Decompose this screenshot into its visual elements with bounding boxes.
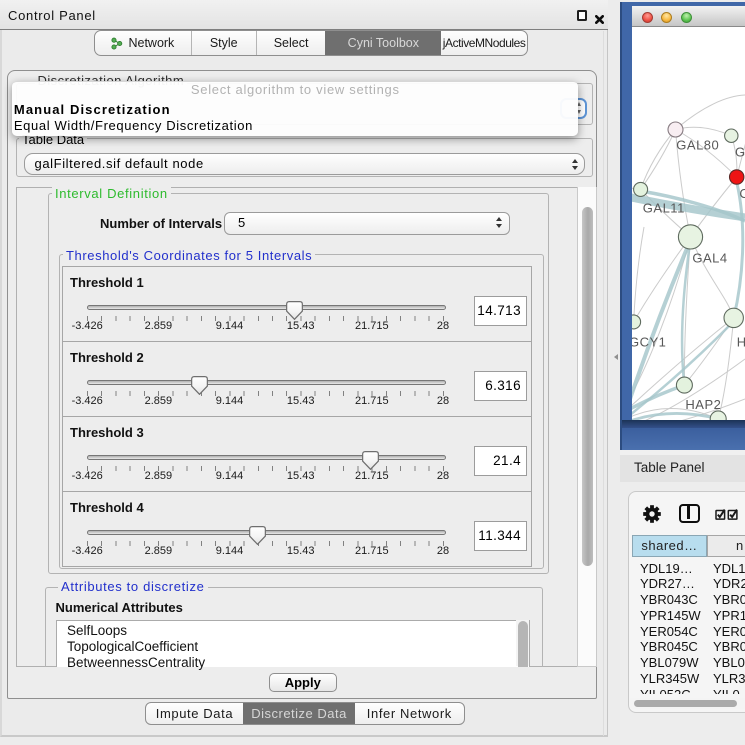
svg-text:GCY1: GCY1 <box>632 334 666 349</box>
svg-text:GAL4: GAL4 <box>692 250 727 265</box>
svg-text:HAP2: HAP2 <box>685 397 721 412</box>
svg-text:GAL11: GAL11 <box>643 201 685 216</box>
svg-text:CD: CD <box>739 186 745 201</box>
svg-text:GAL3: GAL3 <box>735 144 745 159</box>
svg-text:HAP: HAP <box>737 334 745 349</box>
svg-text:GAL80: GAL80 <box>676 138 719 153</box>
